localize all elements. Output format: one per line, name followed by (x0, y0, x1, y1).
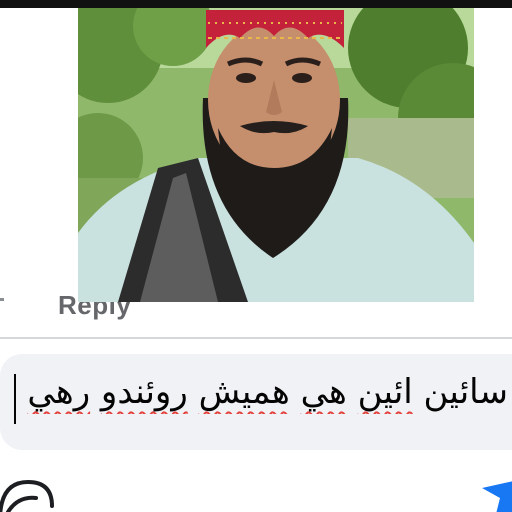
selfie-photo[interactable] (78, 8, 474, 302)
misspelled-word[interactable]: هي (301, 372, 347, 412)
comment-input-text[interactable]: سائين ائين هي هميش روئندو رهي (8, 370, 508, 414)
selfie-image (78, 8, 474, 302)
word: سائين (423, 372, 508, 412)
comment-screen: Reply سائين ائين هي هميش روئندو رهي (0, 0, 512, 512)
divider (0, 337, 512, 339)
misspelled-word[interactable]: رهي (27, 372, 90, 412)
misspelled-word[interactable]: هميش (199, 372, 290, 412)
misspelled-word[interactable]: روئندو (101, 372, 188, 412)
sticker-icon[interactable] (0, 472, 56, 512)
misspelled-word[interactable]: ائين (358, 372, 413, 412)
send-icon[interactable] (478, 474, 512, 512)
status-bar (0, 0, 512, 8)
reply-separator-dot (0, 298, 4, 301)
text-cursor (14, 374, 16, 424)
